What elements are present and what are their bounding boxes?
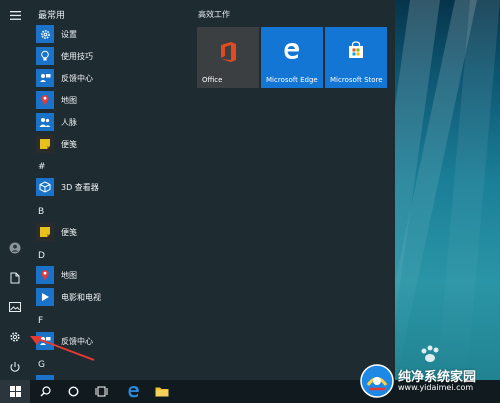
sticky-note-icon	[36, 135, 54, 153]
start-menu: 最常用 设置 使用技巧 反馈中心 地图 人脉 便笺 # 3D 查看器 B 便笺 …	[0, 0, 395, 380]
frequent-header: 最常用	[38, 11, 66, 21]
windows-logo-icon	[9, 386, 21, 397]
map-pin-icon	[36, 91, 54, 109]
app-label: 人脉	[61, 117, 77, 127]
search-button[interactable]	[31, 380, 59, 403]
search-icon	[40, 386, 51, 397]
app-item-settings[interactable]: 设置	[36, 24, 176, 44]
section-letter-b[interactable]: B	[38, 207, 44, 217]
store-icon	[349, 41, 363, 58]
app-label: 反馈中心	[61, 336, 93, 346]
tile-microsoft-edge[interactable]: Microsoft Edge	[261, 27, 323, 88]
section-letter-f[interactable]: F	[38, 316, 43, 326]
feedback-icon	[36, 69, 54, 87]
app-item-maps[interactable]: 地图	[36, 90, 176, 110]
power-icon[interactable]	[5, 357, 25, 377]
pictures-icon[interactable]	[5, 297, 25, 317]
map-pin-icon	[36, 266, 54, 284]
app-item-movies-tv[interactable]: 电影和电视	[36, 287, 176, 307]
sticky-note-icon	[36, 223, 54, 241]
cube-icon	[36, 178, 54, 196]
start-left-rail	[0, 0, 30, 380]
cortana-circle-icon	[67, 386, 79, 397]
app-label: 地图	[61, 270, 77, 280]
app-label: 便笺	[61, 139, 77, 149]
watermark: 纯净系统家园 www.yidaimei.com	[356, 363, 496, 399]
app-item-people[interactable]: 人脉	[36, 112, 176, 132]
app-label: 设置	[61, 29, 77, 39]
app-label: 电影和电视	[61, 292, 101, 302]
feedback-icon	[36, 332, 54, 350]
app-item-feedback-hub[interactable]: 反馈中心	[36, 331, 176, 351]
tile-label: Microsoft Store	[330, 76, 383, 84]
gear-icon	[36, 25, 54, 43]
app-label: 地图	[61, 95, 77, 105]
tile-microsoft-store[interactable]: Microsoft Store	[325, 27, 387, 88]
edge-icon	[284, 43, 299, 59]
app-label: 3D 查看器	[61, 182, 99, 192]
start-button[interactable]	[0, 380, 30, 403]
edge-taskbar-button[interactable]	[119, 380, 147, 403]
task-view-icon	[95, 386, 107, 397]
tiles-area: 高效工作 Office Microsoft Edge Microsoft Sto…	[190, 0, 395, 380]
edge-icon	[128, 386, 139, 398]
watermark-url: www.yidaimei.com	[398, 383, 474, 392]
app-label: 使用技巧	[61, 51, 93, 61]
office-icon	[221, 42, 236, 62]
cortana-button[interactable]	[59, 380, 87, 403]
play-icon	[36, 288, 54, 306]
section-letter-d[interactable]: D	[38, 251, 45, 261]
app-item-feedback-hub[interactable]: 反馈中心	[36, 68, 176, 88]
tile-label: Office	[202, 76, 223, 84]
app-item-sticky-notes[interactable]: 便笺	[36, 222, 176, 242]
app-list: 最常用 设置 使用技巧 反馈中心 地图 人脉 便笺 # 3D 查看器 B 便笺 …	[30, 0, 180, 380]
settings-gear-icon[interactable]	[5, 327, 25, 347]
app-label: 便笺	[61, 227, 77, 237]
section-letter-g[interactable]: G	[38, 360, 45, 370]
app-item-3d-viewer[interactable]: 3D 查看器	[36, 177, 176, 197]
watermark-logo-icon	[360, 364, 394, 398]
file-explorer-button[interactable]	[148, 380, 176, 403]
user-avatar-icon[interactable]	[5, 238, 25, 258]
tile-label: Microsoft Edge	[266, 76, 318, 84]
folder-icon	[155, 387, 169, 397]
lightbulb-icon	[36, 47, 54, 65]
people-icon	[36, 113, 54, 131]
section-letter-hash[interactable]: #	[38, 162, 46, 172]
app-label: 反馈中心	[61, 73, 93, 83]
app-item-sticky-notes[interactable]: 便笺	[36, 134, 176, 154]
app-item-maps[interactable]: 地图	[36, 265, 176, 285]
app-item-tips[interactable]: 使用技巧	[36, 46, 176, 66]
tile-group-title[interactable]: 高效工作	[198, 9, 230, 20]
task-view-button[interactable]	[87, 380, 115, 403]
hamburger-menu-icon[interactable]	[5, 5, 25, 25]
documents-icon[interactable]	[5, 268, 25, 288]
tile-office[interactable]: Office	[197, 27, 259, 88]
